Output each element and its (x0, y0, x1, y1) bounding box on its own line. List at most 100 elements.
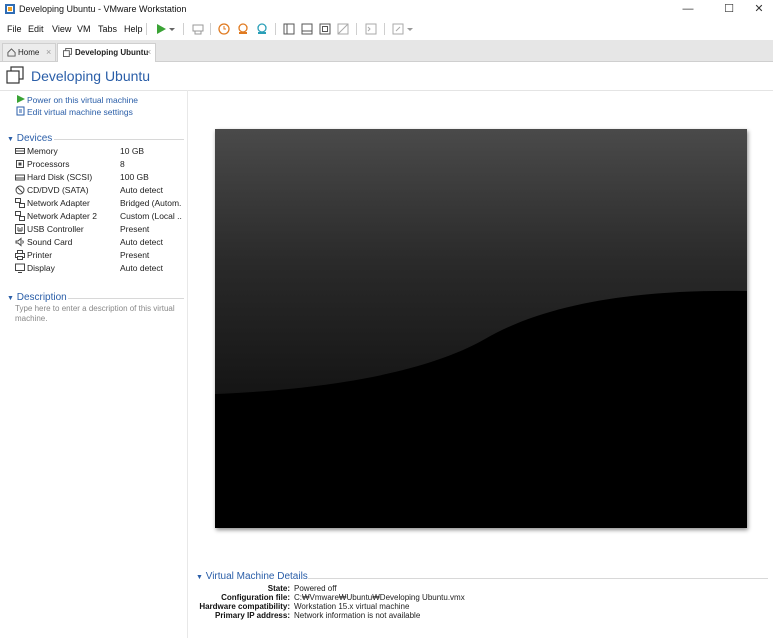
chevron-down-icon: ▼ (196, 574, 203, 581)
vm-icon (6, 66, 24, 84)
vm-screen-preview[interactable] (215, 129, 747, 528)
vm-tab-icon (63, 48, 72, 57)
snapshot-button[interactable] (217, 22, 231, 36)
edit-settings-link[interactable]: Edit virtual machine settings (16, 106, 133, 117)
power-on-label: Power on this virtual machine (27, 95, 139, 105)
device-name: Processors (27, 159, 70, 169)
details-value: Network information is not available (294, 611, 421, 620)
revert-snapshot-button[interactable] (236, 22, 250, 36)
device-row-network-adapter[interactable]: Network Adapter Bridged (Autom... (15, 197, 185, 210)
divider (308, 578, 768, 579)
details-value: Powered off (294, 584, 337, 593)
menu-tabs[interactable]: Tabs (98, 24, 117, 34)
usb-icon (15, 224, 25, 234)
close-icon[interactable]: × (146, 47, 151, 57)
send-keys-button[interactable] (191, 22, 205, 36)
chevron-down-icon: ▼ (7, 295, 14, 302)
menu-view[interactable]: View (52, 24, 71, 34)
description-textarea[interactable]: Type here to enter a description of this… (15, 304, 180, 324)
description-section-toggle[interactable]: ▼ Description (7, 292, 67, 303)
device-value: 10 GB (120, 146, 145, 156)
details-section-toggle[interactable]: ▼ Virtual Machine Details (196, 571, 308, 582)
device-row-display[interactable]: Display Auto detect (15, 262, 185, 275)
device-row-network-adapter-2[interactable]: Network Adapter 2 Custom (Local ... (15, 210, 185, 223)
revert-snapshot-icon (238, 23, 248, 34)
stretch-dropdown-button[interactable] (406, 22, 414, 36)
device-value: Present (120, 250, 150, 260)
keyboard-icon (192, 24, 204, 35)
console-view-button[interactable] (364, 22, 378, 36)
details-label: Configuration file: (221, 593, 290, 602)
devices-section-toggle[interactable]: ▼ Devices (7, 133, 52, 144)
description-header: Description (16, 292, 67, 303)
details-row-ip-address: Primary IP address: Network information … (0, 611, 773, 621)
show-library-button[interactable] (282, 22, 296, 36)
toolbar-separator (183, 23, 184, 35)
full-screen-icon (319, 23, 331, 35)
stretch-view-button[interactable] (391, 22, 405, 36)
maximize-button[interactable]: ☐ (712, 0, 746, 18)
device-row-sound-card[interactable]: Sound Card Auto detect (15, 236, 185, 249)
chevron-down-icon (407, 28, 413, 31)
menu-edit[interactable]: Edit (28, 24, 44, 34)
vm-sidebar: Power on this virtual machine Edit virtu… (0, 90, 188, 638)
power-on-button[interactable] (154, 22, 168, 36)
device-value: Present (120, 224, 150, 234)
device-name: Printer (27, 250, 53, 260)
close-icon[interactable]: × (46, 47, 51, 57)
device-row-memory[interactable]: Memory 10 GB (15, 145, 185, 158)
title-bar: Developing Ubuntu - VMware Workstation —… (0, 0, 773, 18)
device-value: Auto detect (120, 237, 164, 247)
menu-bar: File Edit View VM Tabs Help (0, 18, 773, 40)
device-row-usb-controller[interactable]: USB Controller Present (15, 223, 185, 236)
speaker-icon (15, 237, 24, 247)
toolbar-separator (275, 23, 276, 35)
menu-file[interactable]: File (7, 24, 22, 34)
device-name: CD/DVD (SATA) (27, 185, 89, 195)
menu-vm[interactable]: VM (77, 24, 91, 34)
device-row-cd-dvd[interactable]: CD/DVD (SATA) Auto detect (15, 184, 185, 197)
tab-label: Home (18, 48, 40, 57)
vm-title: Developing Ubuntu (31, 68, 151, 84)
device-name: Memory (27, 146, 58, 156)
hard-disk-icon (15, 174, 25, 181)
toolbar-separator (384, 23, 385, 35)
details-value: Workstation 15.x virtual machine (294, 602, 410, 611)
device-row-printer[interactable]: Printer Present (15, 249, 185, 262)
toolbar-separator (356, 23, 357, 35)
power-on-link[interactable]: Power on this virtual machine (16, 94, 138, 105)
network-adapter-icon (15, 211, 25, 221)
device-name: Network Adapter 2 (27, 211, 97, 221)
close-window-button[interactable]: ✕ (742, 0, 773, 18)
minimize-button[interactable]: — (671, 0, 705, 18)
show-thumbnail-bar-button[interactable] (300, 22, 314, 36)
printer-icon (15, 250, 25, 260)
divider (54, 139, 184, 140)
tab-developing-ubuntu[interactable]: Developing Ubuntu × (57, 43, 156, 62)
settings-icon (16, 106, 25, 116)
device-name: Display (27, 263, 55, 273)
device-value: 100 GB (120, 172, 149, 182)
snapshot-manager-button[interactable] (255, 22, 269, 36)
device-name: Network Adapter (27, 198, 90, 208)
power-dropdown-button[interactable] (168, 22, 176, 36)
network-adapter-icon (15, 198, 25, 208)
device-name: Hard Disk (SCSI) (27, 172, 93, 182)
toolbar-separator (146, 23, 147, 35)
device-row-processors[interactable]: Processors 8 (15, 158, 185, 171)
edit-settings-label: Edit virtual machine settings (27, 107, 133, 117)
stretch-icon (392, 23, 404, 35)
tab-home[interactable]: Home × (2, 43, 56, 61)
snapshot-manager-icon (257, 23, 267, 34)
device-value: Auto detect (120, 185, 164, 195)
unity-button[interactable] (336, 22, 350, 36)
clock-icon (218, 23, 230, 35)
full-screen-button[interactable] (318, 22, 332, 36)
toolbar-separator (210, 23, 211, 35)
chevron-down-icon (169, 28, 175, 31)
menu-help[interactable]: Help (124, 24, 143, 34)
device-row-hard-disk[interactable]: Hard Disk (SCSI) 100 GB (15, 171, 185, 184)
details-header: Virtual Machine Details (205, 571, 308, 582)
vm-header: Developing Ubuntu (0, 61, 773, 91)
vm-preview-image (215, 129, 747, 528)
